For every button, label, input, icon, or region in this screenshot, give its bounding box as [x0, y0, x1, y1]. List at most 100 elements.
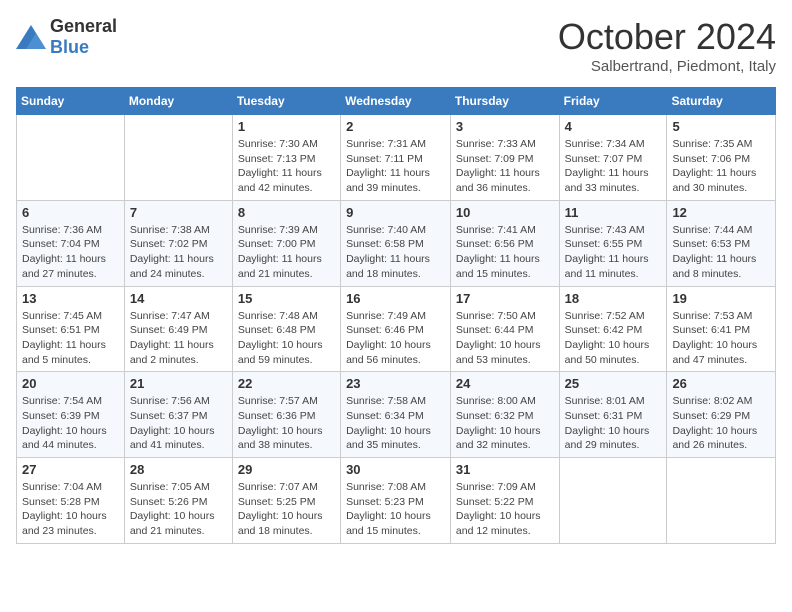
calendar-cell: 19 Sunrise: 7:53 AMSunset: 6:41 PMDayligh…	[667, 286, 776, 372]
calendar-cell: 1Sunrise: 7:30 AMSunset: 7:13 PMDaylight…	[232, 115, 340, 201]
calendar-cell: 2Sunrise: 7:31 AMSunset: 7:11 PMDaylight…	[341, 115, 451, 201]
day-number: 2	[346, 119, 445, 134]
cell-info: Sunrise: 7:45 AMSunset: 6:51 PMDaylight:…	[22, 309, 119, 368]
day-number: 9	[346, 205, 445, 220]
calendar-cell: 25 Sunrise: 8:01 AMSunset: 6:31 PMDayligh…	[559, 372, 667, 458]
calendar-cell: 7 Sunrise: 7:38 AMSunset: 7:02 PMDaylight…	[124, 200, 232, 286]
day-number: 1	[238, 119, 335, 134]
calendar-cell: 22 Sunrise: 7:57 AMSunset: 6:36 PMDayligh…	[232, 372, 340, 458]
month-title: October 2024	[558, 16, 776, 58]
page-header: General Blue October 2024 Salbertrand, P…	[16, 16, 776, 75]
day-number: 29	[238, 462, 335, 477]
day-number: 11	[565, 205, 662, 220]
weekday-header-cell: Tuesday	[232, 88, 340, 115]
weekday-header-cell: Thursday	[450, 88, 559, 115]
weekday-header-cell: Monday	[124, 88, 232, 115]
day-number: 26	[672, 376, 770, 391]
calendar-cell: 31Sunrise: 7:09 AMSunset: 5:22 PMDayligh…	[450, 458, 559, 544]
calendar-cell: 13Sunrise: 7:45 AMSunset: 6:51 PMDayligh…	[17, 286, 125, 372]
calendar-cell: 6 Sunrise: 7:36 AMSunset: 7:04 PMDaylight…	[17, 200, 125, 286]
calendar-cell: 17Sunrise: 7:50 AMSunset: 6:44 PMDayligh…	[450, 286, 559, 372]
calendar-cell: 24 Sunrise: 8:00 AMSunset: 6:32 PMDayligh…	[450, 372, 559, 458]
cell-info: Sunrise: 7:52 AMSunset: 6:42 PMDaylight:…	[565, 309, 662, 368]
cell-info: Sunrise: 7:09 AMSunset: 5:22 PMDaylight:…	[456, 480, 554, 539]
calendar-body: 1Sunrise: 7:30 AMSunset: 7:13 PMDaylight…	[17, 115, 776, 544]
day-number: 22	[238, 376, 335, 391]
calendar-week-row: 27Sunrise: 7:04 AMSunset: 5:28 PMDayligh…	[17, 458, 776, 544]
day-number: 19	[672, 291, 770, 306]
logo-blue-text: Blue	[50, 37, 89, 57]
day-number: 30	[346, 462, 445, 477]
cell-info: Sunrise: 7:38 AMSunset: 7:02 PMDaylight:…	[130, 223, 227, 282]
calendar-cell: 14 Sunrise: 7:47 AMSunset: 6:49 PMDayligh…	[124, 286, 232, 372]
day-number: 23	[346, 376, 445, 391]
cell-info: Sunrise: 7:34 AMSunset: 7:07 PMDaylight:…	[565, 137, 662, 196]
weekday-header-row: SundayMondayTuesdayWednesdayThursdayFrid…	[17, 88, 776, 115]
calendar-cell: 20 Sunrise: 7:54 AMSunset: 6:39 PMDayligh…	[17, 372, 125, 458]
calendar-cell: 28Sunrise: 7:05 AMSunset: 5:26 PMDayligh…	[124, 458, 232, 544]
calendar-cell: 21 Sunrise: 7:56 AMSunset: 6:37 PMDayligh…	[124, 372, 232, 458]
cell-info: Sunrise: 7:56 AMSunset: 6:37 PMDaylight:…	[130, 394, 227, 453]
day-number: 24	[456, 376, 554, 391]
cell-info: Sunrise: 7:49 AMSunset: 6:46 PMDaylight:…	[346, 309, 445, 368]
cell-info: Sunrise: 7:07 AMSunset: 5:25 PMDaylight:…	[238, 480, 335, 539]
logo-icon	[16, 25, 46, 49]
calendar-cell: 15 Sunrise: 7:48 AMSunset: 6:48 PMDayligh…	[232, 286, 340, 372]
cell-info: Sunrise: 7:05 AMSunset: 5:26 PMDaylight:…	[130, 480, 227, 539]
cell-info: Sunrise: 7:47 AMSunset: 6:49 PMDaylight:…	[130, 309, 227, 368]
location-text: Salbertrand, Piedmont, Italy	[558, 58, 776, 75]
cell-info: Sunrise: 7:53 AMSunset: 6:41 PMDaylight:…	[672, 309, 770, 368]
day-number: 21	[130, 376, 227, 391]
calendar-week-row: 13Sunrise: 7:45 AMSunset: 6:51 PMDayligh…	[17, 286, 776, 372]
calendar-week-row: 6 Sunrise: 7:36 AMSunset: 7:04 PMDaylight…	[17, 200, 776, 286]
cell-info: Sunrise: 7:36 AMSunset: 7:04 PMDaylight:…	[22, 223, 119, 282]
title-block: October 2024 Salbertrand, Piedmont, Ital…	[558, 16, 776, 75]
day-number: 6	[22, 205, 119, 220]
cell-info: Sunrise: 7:50 AMSunset: 6:44 PMDaylight:…	[456, 309, 554, 368]
calendar-cell	[559, 458, 667, 544]
weekday-header-cell: Sunday	[17, 88, 125, 115]
day-number: 20	[22, 376, 119, 391]
calendar-cell: 26 Sunrise: 8:02 AMSunset: 6:29 PMDayligh…	[667, 372, 776, 458]
day-number: 16	[346, 291, 445, 306]
cell-info: Sunrise: 7:04 AMSunset: 5:28 PMDaylight:…	[22, 480, 119, 539]
cell-info: Sunrise: 7:54 AMSunset: 6:39 PMDaylight:…	[22, 394, 119, 453]
calendar-cell	[17, 115, 125, 201]
day-number: 25	[565, 376, 662, 391]
calendar-cell: 18 Sunrise: 7:52 AMSunset: 6:42 PMDayligh…	[559, 286, 667, 372]
calendar-cell: 3Sunrise: 7:33 AMSunset: 7:09 PMDaylight…	[450, 115, 559, 201]
calendar-cell: 30Sunrise: 7:08 AMSunset: 5:23 PMDayligh…	[341, 458, 451, 544]
calendar-week-row: 20 Sunrise: 7:54 AMSunset: 6:39 PMDayligh…	[17, 372, 776, 458]
weekday-header-cell: Saturday	[667, 88, 776, 115]
day-number: 5	[672, 119, 770, 134]
calendar-cell: 9 Sunrise: 7:40 AMSunset: 6:58 PMDaylight…	[341, 200, 451, 286]
day-number: 10	[456, 205, 554, 220]
calendar-cell: 16 Sunrise: 7:49 AMSunset: 6:46 PMDayligh…	[341, 286, 451, 372]
cell-info: Sunrise: 7:57 AMSunset: 6:36 PMDaylight:…	[238, 394, 335, 453]
day-number: 14	[130, 291, 227, 306]
calendar-cell: 11Sunrise: 7:43 AMSunset: 6:55 PMDayligh…	[559, 200, 667, 286]
day-number: 4	[565, 119, 662, 134]
calendar-cell	[124, 115, 232, 201]
day-number: 3	[456, 119, 554, 134]
cell-info: Sunrise: 7:41 AMSunset: 6:56 PMDaylight:…	[456, 223, 554, 282]
cell-info: Sunrise: 7:40 AMSunset: 6:58 PMDaylight:…	[346, 223, 445, 282]
day-number: 15	[238, 291, 335, 306]
day-number: 8	[238, 205, 335, 220]
weekday-header-cell: Friday	[559, 88, 667, 115]
cell-info: Sunrise: 8:02 AMSunset: 6:29 PMDaylight:…	[672, 394, 770, 453]
weekday-header-cell: Wednesday	[341, 88, 451, 115]
cell-info: Sunrise: 7:48 AMSunset: 6:48 PMDaylight:…	[238, 309, 335, 368]
cell-info: Sunrise: 8:00 AMSunset: 6:32 PMDaylight:…	[456, 394, 554, 453]
cell-info: Sunrise: 7:44 AMSunset: 6:53 PMDaylight:…	[672, 223, 770, 282]
calendar-cell: 23Sunrise: 7:58 AMSunset: 6:34 PMDayligh…	[341, 372, 451, 458]
logo-general-text: General	[50, 16, 117, 36]
calendar-cell: 12Sunrise: 7:44 AMSunset: 6:53 PMDayligh…	[667, 200, 776, 286]
calendar-cell: 4 Sunrise: 7:34 AMSunset: 7:07 PMDaylight…	[559, 115, 667, 201]
logo: General Blue	[16, 16, 117, 58]
calendar-week-row: 1Sunrise: 7:30 AMSunset: 7:13 PMDaylight…	[17, 115, 776, 201]
cell-info: Sunrise: 7:39 AMSunset: 7:00 PMDaylight:…	[238, 223, 335, 282]
cell-info: Sunrise: 8:01 AMSunset: 6:31 PMDaylight:…	[565, 394, 662, 453]
day-number: 7	[130, 205, 227, 220]
day-number: 18	[565, 291, 662, 306]
